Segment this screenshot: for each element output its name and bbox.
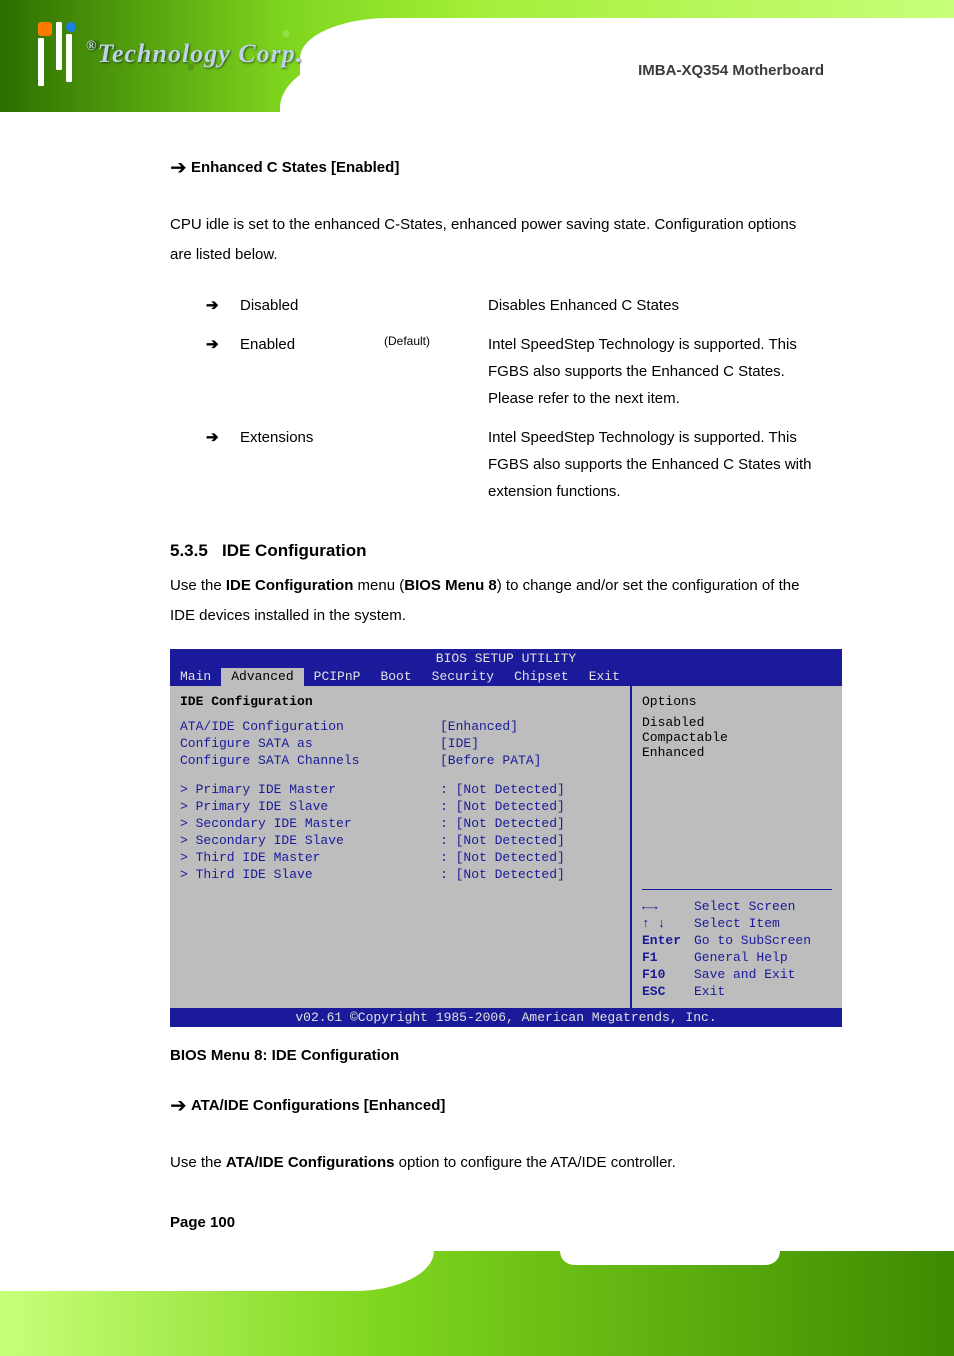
section-heading: 5.3.5 IDE Configuration xyxy=(170,541,814,561)
bios-key-row: F1General Help xyxy=(642,950,832,965)
product-title: IMBA-XQ354 Motherboard xyxy=(638,62,824,79)
bios-tab-pcipnp[interactable]: PCIPnP xyxy=(304,668,371,686)
enhanced-c-states-text: CPU idle is set to the enhanced C-States… xyxy=(170,210,814,270)
arrow-right-icon: ➔ xyxy=(206,331,226,358)
option-desc: Intel SpeedStep Technology is supported.… xyxy=(488,424,814,505)
option-desc: Intel SpeedStep Technology is supported.… xyxy=(488,331,814,412)
bios-left-panel: IDE Configuration ATA/IDE Configuration[… xyxy=(170,686,632,1008)
footer-swoop xyxy=(0,1251,434,1291)
logo: ®Technology Corp. xyxy=(38,22,303,86)
option-label: Disabled xyxy=(240,292,370,319)
enhanced-c-states-block: ➔ Enhanced C States [Enabled] xyxy=(170,148,814,188)
bios-tab-advanced[interactable]: Advanced xyxy=(221,668,303,686)
c1e-options: ➔ Disabled Disables Enhanced C States ➔ … xyxy=(206,292,814,505)
bios-drive-row[interactable]: > Secondary IDE Master: [Not Detected] xyxy=(180,816,620,831)
arrows-lr-icon: ←→ xyxy=(642,899,686,914)
bios-panel-head: IDE Configuration xyxy=(180,694,620,709)
bios-hint-title: Options xyxy=(642,694,832,709)
bios-key-row: ESCExit xyxy=(642,984,832,999)
bios-hint-opt: Enhanced xyxy=(642,745,832,760)
bios-hint-opt: Disabled xyxy=(642,715,832,730)
bios-config-row[interactable]: Configure SATA as[IDE] xyxy=(180,736,620,751)
header-band: ®Technology Corp. IMBA-XQ354 Motherboard xyxy=(0,0,954,112)
page-content: ➔ Enhanced C States [Enabled] CPU idle i… xyxy=(0,112,954,1231)
bios-drive-row[interactable]: > Primary IDE Slave: [Not Detected] xyxy=(180,799,620,814)
bios-right-panel: Options Disabled Compactable Enhanced ←→… xyxy=(632,686,842,1008)
arrow-right-icon: ➔ xyxy=(170,1086,187,1126)
option-desc: Disables Enhanced C States xyxy=(488,292,814,319)
bios-copyright: v02.61 ©Copyright 1985-2006, American Me… xyxy=(170,1008,842,1027)
bios-drive-row[interactable]: > Third IDE Slave: [Not Detected] xyxy=(180,867,620,882)
logo-square-icon xyxy=(38,22,52,36)
arrow-right-icon: ➔ xyxy=(206,424,226,451)
option-row: ➔ Enabled (Default) Intel SpeedStep Tech… xyxy=(206,331,814,412)
bios-drive-row[interactable]: > Secondary IDE Slave: [Not Detected] xyxy=(180,833,620,848)
arrow-right-icon: ➔ xyxy=(206,292,226,319)
bios-title: BIOS SETUP UTILITY xyxy=(170,649,842,668)
ata-ide-text: Use the ATA/IDE Configurations option to… xyxy=(170,1148,814,1178)
option-tag: (Default) xyxy=(384,331,474,353)
bios-key-row: ←→Select Screen xyxy=(642,899,832,914)
option-label: Extensions xyxy=(240,424,370,451)
logo-circle-icon xyxy=(66,22,76,32)
bios-tab-security[interactable]: Security xyxy=(422,668,504,686)
bios-drive-row[interactable]: > Primary IDE Master: [Not Detected] xyxy=(180,782,620,797)
bios-tab-main[interactable]: Main xyxy=(170,668,221,686)
ata-ide-block: ➔ ATA/IDE Configurations [Enhanced] xyxy=(170,1086,814,1126)
bios-drive-row[interactable]: > Third IDE Master: [Not Detected] xyxy=(180,850,620,865)
header-swoop-2 xyxy=(280,48,954,112)
bios-tab-chipset[interactable]: Chipset xyxy=(504,668,579,686)
bios-config-row[interactable]: Configure SATA Channels[Before PATA] xyxy=(180,753,620,768)
footer-swoop-2 xyxy=(560,1251,780,1265)
arrows-ud-icon: ↑ ↓ xyxy=(642,916,686,931)
figure-caption: BIOS Menu 8: IDE Configuration xyxy=(170,1047,814,1064)
bios-key-row: ↑ ↓Select Item xyxy=(642,916,832,931)
ata-ide-label: ATA/IDE Configurations [Enhanced] xyxy=(191,1097,445,1114)
footer-band xyxy=(0,1251,954,1356)
bios-key-row: EnterGo to SubScreen xyxy=(642,933,832,948)
bios-tabs: Main Advanced PCIPnP Boot Security Chips… xyxy=(170,668,842,686)
page-number: Page 100 xyxy=(170,1214,814,1231)
section-body: Use the IDE Configuration menu (BIOS Men… xyxy=(170,571,814,631)
bios-body: IDE Configuration ATA/IDE Configuration[… xyxy=(170,686,842,1008)
enhanced-c-states-label: Enhanced C States [Enabled] xyxy=(191,159,399,176)
option-row: ➔ Disabled Disables Enhanced C States xyxy=(206,292,814,319)
arrow-right-icon: ➔ xyxy=(170,148,187,188)
option-label: Enabled xyxy=(240,331,370,358)
bios-key-row: F10Save and Exit xyxy=(642,967,832,982)
bios-panel: BIOS SETUP UTILITY Main Advanced PCIPnP … xyxy=(170,649,842,1027)
bios-hint-opt: Compactable xyxy=(642,730,832,745)
bios-config-row[interactable]: ATA/IDE Configuration[Enhanced] xyxy=(180,719,620,734)
bios-tab-boot[interactable]: Boot xyxy=(370,668,421,686)
section-number: 5.3.5 xyxy=(170,541,208,560)
section-title: IDE Configuration xyxy=(222,541,366,560)
logo-text: ®Technology Corp. xyxy=(86,39,303,69)
option-row: ➔ Extensions Intel SpeedStep Technology … xyxy=(206,424,814,505)
bios-tab-exit[interactable]: Exit xyxy=(579,668,630,686)
